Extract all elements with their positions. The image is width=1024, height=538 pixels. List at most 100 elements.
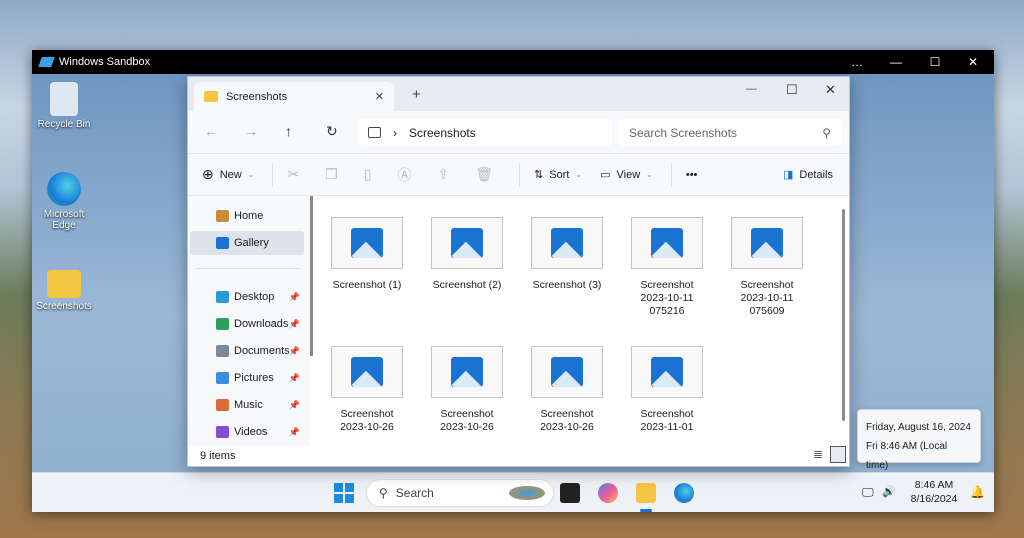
copilot-icon[interactable] [598,483,618,503]
new-tab-button[interactable]: + [412,86,421,103]
clock[interactable]: 8:46 AM 8/16/2024 [904,478,964,506]
pin-icon[interactable]: 📌 [289,427,300,438]
sandbox-minimize-button[interactable]: — [877,50,915,74]
sidebar-item-downloads[interactable]: Downloads 📌 [190,312,304,336]
desktop-icon-screenshots[interactable]: Screenshots [32,270,96,312]
file-item[interactable]: Screenshot 2023-10-26 [519,346,615,434]
edge-taskbar-icon[interactable] [674,483,694,503]
pin-icon[interactable]: 📌 [289,346,300,357]
downloads-icon [216,318,229,330]
up-button[interactable]: ↑ [285,123,292,139]
desktop-icon-label: Screenshots [36,301,92,312]
chevron-down-icon: ⌄ [575,170,583,179]
rename-icon[interactable]: Ⓐ [397,165,411,185]
pin-icon[interactable]: 📌 [289,292,300,303]
recycle-bin-icon [50,82,78,116]
desktop-icon-recycle-bin[interactable]: Recycle Bin [32,82,96,130]
maximize-button[interactable]: ☐ [786,82,798,98]
new-label: New [219,168,242,181]
file-item[interactable]: Screenshot 2023-10-26 [419,346,515,434]
more-options-button[interactable]: ••• [686,169,698,181]
sidebar-scrollbar[interactable] [310,196,313,356]
file-name: Screenshot [440,408,494,420]
image-file-icon [531,217,603,269]
file-item[interactable]: Screenshot (2) [419,217,515,292]
task-view-icon[interactable] [560,483,580,503]
sort-button[interactable]: ⇅ Sort ⌄ [534,168,583,182]
breadcrumb-current[interactable]: Screenshots [409,126,476,140]
address-row: ← → ↑ ↻ › Screenshots Search Screenshots… [188,111,849,154]
file-name: 2023-10-26 [540,421,594,433]
plus-circle-icon: ⊕ [202,166,214,182]
close-tab-button[interactable]: ✕ [375,90,384,103]
image-file-icon [631,346,703,398]
address-bar[interactable]: › Screenshots [358,119,612,146]
tab-screenshots[interactable]: Screenshots ✕ [194,82,394,111]
file-item[interactable]: Screenshot 2023-10-11 075216 [619,217,715,318]
view-button[interactable]: ▭ View ⌄ [600,168,653,182]
new-button[interactable]: ⊕ New ⌄ [202,166,254,183]
file-explorer-taskbar-icon[interactable] [636,483,656,503]
file-name: 2023-10-11 [740,292,794,304]
file-name: Screenshot [640,279,694,291]
chevron-down-icon: ⌄ [247,170,255,179]
search-input[interactable]: Search Screenshots ⚲ [619,119,841,146]
image-file-icon [431,217,503,269]
close-button[interactable]: ✕ [825,82,836,98]
file-explorer-window: Screenshots ✕ + — ☐ ✕ ← → ↑ ↻ › Screensh… [187,76,850,467]
sidebar-item-documents[interactable]: Documents 📌 [190,339,304,363]
sandbox-maximize-button[interactable]: ☐ [916,50,954,74]
pin-icon[interactable]: 📌 [289,400,300,411]
delete-icon[interactable]: 🗑 [475,166,493,183]
sort-label: Sort [549,168,570,181]
sandbox-window: Windows Sandbox … — ☐ ✕ Recycle Bin Micr… [32,50,994,512]
paste-icon[interactable]: ▯ [364,166,372,183]
sidebar-item-label: Gallery [234,237,269,249]
volume-icon[interactable]: 🔊 [882,485,896,498]
sidebar-item-home[interactable]: Home [190,204,304,228]
clock-time: 8:46 AM [914,479,954,491]
sidebar-item-desktop[interactable]: Desktop 📌 [190,285,304,309]
pin-icon[interactable]: 📌 [289,373,300,384]
file-name: 2023-11-01 [640,421,694,433]
sidebar-item-gallery[interactable]: Gallery [190,231,304,255]
taskbar-search-label: Search [395,486,434,500]
copy-icon[interactable]: ❐ [325,166,338,183]
home-icon [216,210,229,222]
cut-icon[interactable]: ✂ [287,166,299,183]
file-item[interactable]: Screenshot (3) [519,217,615,292]
file-item[interactable]: Screenshot 2023-10-11 075609 [719,217,815,318]
sandbox-more-button[interactable]: … [838,50,876,74]
taskbar-search[interactable]: ⚲ Search [366,479,554,507]
desktop-icon-edge[interactable]: Microsoft Edge [32,172,96,231]
search-icon: ⚲ [379,486,388,500]
file-item[interactable]: Screenshot 2023-11-01 [619,346,715,434]
content-scrollbar[interactable] [842,209,845,421]
back-button[interactable]: ← [204,123,218,139]
file-item[interactable]: Screenshot 2023-10-26 [319,346,415,434]
desktop-icon [216,291,229,303]
refresh-button[interactable]: ↻ [326,123,338,140]
start-button[interactable] [334,483,354,503]
file-name: Screenshot [740,279,794,291]
divider [518,162,520,187]
sidebar-item-label: Desktop [234,291,275,303]
file-name: Screenshot (2) [432,279,502,291]
details-button[interactable]: ◨ Details [783,168,833,182]
share-icon[interactable]: ⇪ [437,166,449,183]
pin-icon[interactable]: 📌 [289,319,300,330]
tiles-view-button[interactable] [830,446,846,463]
gallery-icon [216,237,229,249]
item-count: 9 items [200,450,236,462]
sidebar-item-music[interactable]: Music 📌 [190,393,304,417]
sandbox-close-button[interactable]: ✕ [954,50,992,74]
notification-bell-icon[interactable]: 🔔 [970,485,985,499]
clock-tooltip: Friday, August 16, 2024 Fri 8:46 AM (Loc… [857,409,981,471]
forward-button[interactable]: → [244,123,258,139]
file-item[interactable]: Screenshot (1) [319,217,415,292]
sidebar-item-videos[interactable]: Videos 📌 [190,420,304,444]
network-icon[interactable]: 🖵 [862,485,874,500]
details-view-button[interactable]: ≣ [813,447,823,461]
minimize-button[interactable]: — [746,83,757,95]
sidebar-item-pictures[interactable]: Pictures 📌 [190,366,304,390]
